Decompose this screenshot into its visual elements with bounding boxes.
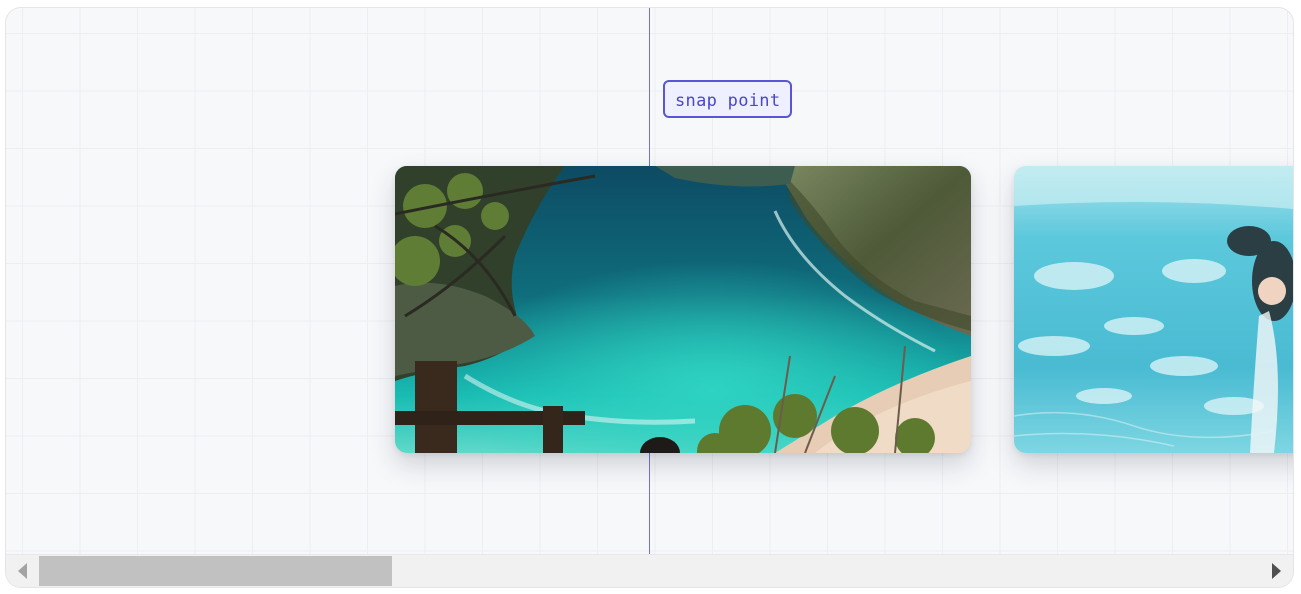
snap-scroll-frame: snap point: [5, 7, 1294, 588]
snap-point-label: snap point: [663, 80, 793, 118]
cliff-beach-photo: [395, 166, 971, 453]
right-arrow-icon[interactable]: [1260, 555, 1293, 587]
carousel-card-underwater[interactable]: [1014, 166, 1293, 453]
underwater-fish-photo: [1014, 166, 1293, 453]
carousel-card-beach[interactable]: [395, 166, 971, 453]
scroll-thumb[interactable]: [39, 556, 392, 586]
horizontal-scrollbar[interactable]: [6, 554, 1293, 587]
left-arrow-icon[interactable]: [6, 555, 39, 587]
scroll-viewport[interactable]: snap point: [6, 8, 1293, 555]
